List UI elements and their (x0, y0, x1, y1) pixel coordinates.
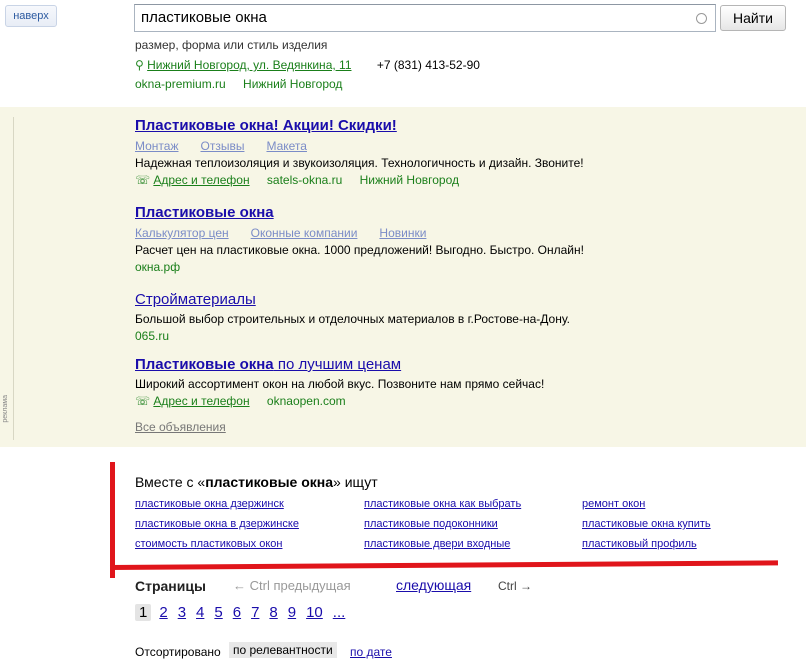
ad-sitelinks: Монтаж Отзывы Макета (135, 138, 584, 153)
ad-sitelink[interactable]: Макета (266, 139, 307, 153)
ad-text: Широкий ассортимент окон на любой вкус. … (135, 377, 545, 391)
related-link[interactable]: пластиковый профиль (582, 538, 697, 550)
pages-prev: ← Ctrl предыдущая (233, 578, 351, 593)
ad-domain[interactable]: satels-okna.ru (267, 173, 342, 187)
ad-sitelinks: Калькулятор цен Оконные компании Новинки (135, 225, 584, 240)
related-link[interactable]: пластиковые двери входные (364, 538, 510, 550)
sort-label: Отсортировано (135, 645, 221, 659)
sort-by-date-link[interactable]: по дате (350, 645, 392, 659)
pages-next-shortcut: Ctrl → (498, 579, 532, 593)
pages-next-link[interactable]: следующая (396, 577, 471, 593)
ad-item: Пластиковые окна по лучшим ценам Широкий… (135, 356, 544, 408)
page-number-link[interactable]: 8 (269, 604, 277, 621)
ad-item: Пластиковые окна! Акции! Скидки! Монтаж О… (135, 117, 584, 187)
page-numbers: 1 2 3 4 5 6 7 8 9 10 ... (135, 604, 355, 621)
page-number-current: 1 (135, 604, 152, 621)
page-number-link[interactable]: 5 (214, 604, 222, 621)
result-address-link[interactable]: Нижний Новгород, ул. Ведянкина, 11 (147, 58, 351, 72)
related-link[interactable]: пластиковые окна как выбрать (364, 498, 521, 510)
result-region: Нижний Новгород (243, 77, 343, 91)
ads-side-strip (0, 117, 14, 440)
related-link[interactable]: стоимость пластиковых окон (135, 538, 282, 550)
ad-footer: ☏ Адрес и телефон oknaopen.com (135, 394, 544, 408)
ad-footer: окна.рф (135, 260, 584, 274)
page-number-link[interactable]: 9 (288, 604, 296, 621)
page-number-link[interactable]: 3 (178, 604, 186, 621)
ads-side-label: реклама (2, 395, 9, 423)
highlight-mark-horizontal (109, 560, 779, 570)
phone-icon: ☏ (135, 394, 151, 408)
related-heading: Вместе с «пластиковые окна» ищут (135, 474, 378, 490)
result-url-row: okna-premium.ru Нижний Новгород (135, 77, 342, 91)
all-ads-link[interactable]: Все объявления (135, 420, 226, 434)
ad-text: Большой выбор строительных и отделочных … (135, 312, 570, 326)
result-phone: +7 (831) 413-52-90 (376, 58, 480, 72)
ad-footer: 065.ru (135, 329, 570, 343)
ad-text: Надежная теплоизоляция и звукоизоляция. … (135, 156, 584, 170)
highlight-mark-vertical (110, 462, 115, 578)
result-snippet: размер, форма или стиль изделия (135, 38, 328, 52)
ad-title-link[interactable]: Пластиковые окна! Акции! Скидки! (135, 117, 584, 134)
related-link[interactable]: пластиковые окна купить (582, 518, 711, 530)
ad-title-link[interactable]: Пластиковые окна (135, 204, 584, 221)
pages-label: Страницы (135, 578, 206, 594)
ad-sitelink[interactable]: Монтаж (135, 139, 179, 153)
sort-current: по релевантности (229, 642, 337, 658)
ad-region: Нижний Новгород (359, 173, 459, 187)
ad-domain[interactable]: 065.ru (135, 329, 169, 343)
related-link[interactable]: пластиковые окна в дзержинске (135, 518, 299, 530)
find-button[interactable]: Найти (720, 5, 786, 31)
page-number-link[interactable]: 6 (233, 604, 241, 621)
ad-text: Расчет цен на пластиковые окна. 1000 пре… (135, 243, 584, 257)
ad-sitelink[interactable]: Отзывы (201, 139, 245, 153)
related-link[interactable]: ремонт окон (582, 498, 645, 510)
ad-contact-link[interactable]: Адрес и телефон (153, 173, 249, 187)
related-link[interactable]: пластиковые окна дзержинск (135, 498, 284, 510)
ad-item: Стройматериалы Большой выбор строительны… (135, 291, 570, 343)
phone-icon: ☏ (135, 173, 151, 187)
ad-sitelink[interactable]: Калькулятор цен (135, 226, 229, 240)
ad-domain[interactable]: окна.рф (135, 260, 180, 274)
ad-contact-link[interactable]: Адрес и телефон (153, 394, 249, 408)
back-to-top-button[interactable]: наверх (5, 5, 57, 27)
related-link[interactable]: пластиковые подоконники (364, 518, 498, 530)
ad-sitelink[interactable]: Новинки (379, 226, 426, 240)
page-number-link[interactable]: 7 (251, 604, 259, 621)
page-more-link[interactable]: ... (333, 604, 346, 621)
page-number-link[interactable]: 2 (159, 604, 167, 621)
map-pin-icon: ⚲ (135, 58, 144, 72)
search-input-value: пластиковые окна (141, 9, 267, 26)
ad-domain[interactable]: oknaopen.com (267, 394, 346, 408)
ad-item: Пластиковые окна Калькулятор цен Оконные … (135, 204, 584, 274)
ad-title-link[interactable]: Стройматериалы (135, 291, 570, 308)
ad-title-link[interactable]: Пластиковые окна по лучшим ценам (135, 356, 544, 373)
ad-sitelink[interactable]: Оконные компании (251, 226, 358, 240)
search-input[interactable]: пластиковые окна (134, 4, 716, 32)
page-number-link[interactable]: 10 (306, 604, 323, 621)
result-address-row: ⚲ Нижний Новгород, ул. Ведянкина, 11 +7 … (135, 58, 480, 72)
page-number-link[interactable]: 4 (196, 604, 204, 621)
clear-icon[interactable] (696, 13, 707, 24)
ad-footer: ☏ Адрес и телефон satels-okna.ru Нижний … (135, 173, 584, 187)
result-domain[interactable]: okna-premium.ru (135, 77, 226, 91)
